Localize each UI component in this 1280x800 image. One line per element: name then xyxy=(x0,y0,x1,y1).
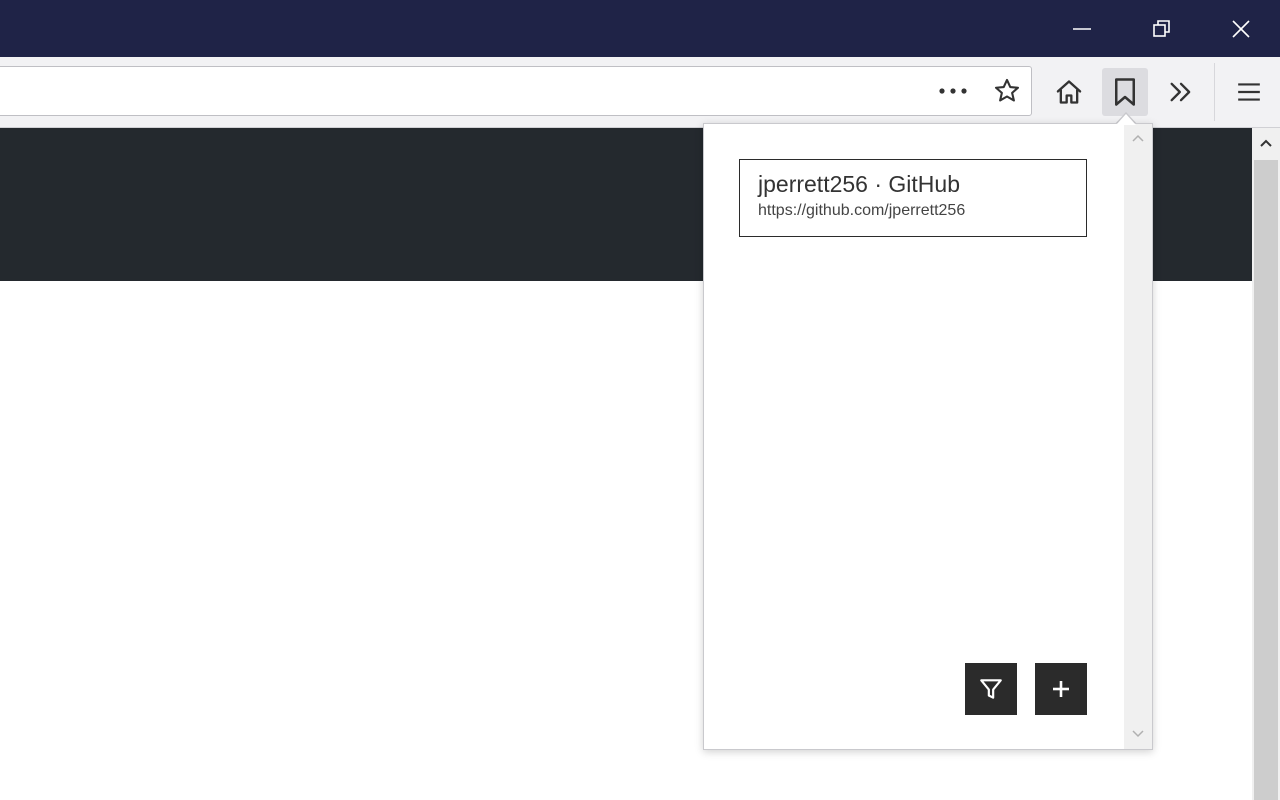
toolbar-separator xyxy=(1214,63,1215,121)
home-icon xyxy=(1056,80,1082,104)
close-icon xyxy=(1232,19,1250,38)
star-icon xyxy=(994,78,1020,102)
minimize-icon xyxy=(1073,27,1091,30)
filter-button[interactable] xyxy=(965,663,1017,715)
overflow-button[interactable] xyxy=(1158,68,1204,116)
home-button[interactable] xyxy=(1046,68,1092,116)
popup-scroll-up-button[interactable] xyxy=(1124,126,1152,150)
window-titlebar xyxy=(0,0,1280,57)
page-actions-button[interactable] xyxy=(933,73,973,109)
minimize-button[interactable] xyxy=(1042,0,1122,57)
navigation-toolbar xyxy=(0,57,1280,128)
add-bookmark-button[interactable] xyxy=(1035,663,1087,715)
bookmark-title: jperrett256 · GitHub xyxy=(758,171,960,197)
plus-icon xyxy=(1053,681,1069,697)
bookmark-star-button[interactable] xyxy=(987,73,1027,109)
chevron-up-icon xyxy=(1260,139,1272,147)
popup-scroll-down-button[interactable] xyxy=(1124,722,1152,746)
hamburger-icon xyxy=(1238,83,1260,101)
page-scrollbar[interactable] xyxy=(1252,128,1280,800)
restore-button[interactable] xyxy=(1122,0,1202,57)
bookmarks-popup: jperrett256 · GitHub https://github.com/… xyxy=(703,123,1153,750)
filter-icon xyxy=(980,679,1002,699)
restore-icon xyxy=(1153,19,1170,37)
bookmark-url: https://github.com/jperrett256 xyxy=(758,202,966,219)
popup-scrollbar[interactable] xyxy=(1124,124,1152,749)
open-menu-button[interactable] xyxy=(1226,68,1272,116)
url-bar[interactable] xyxy=(0,66,1032,116)
bookmark-item[interactable]: jperrett256 · GitHub https://github.com/… xyxy=(739,159,1087,237)
chevron-down-icon xyxy=(1132,730,1144,738)
popup-arrow-fill xyxy=(1116,114,1136,125)
close-button[interactable] xyxy=(1201,0,1280,57)
more-horizontal-icon xyxy=(939,88,967,94)
bookmarks-toolbar-button[interactable] xyxy=(1102,68,1148,116)
scroll-up-button[interactable] xyxy=(1252,128,1280,158)
scroll-thumb[interactable] xyxy=(1254,160,1278,800)
bookmark-icon xyxy=(1115,78,1135,106)
double-chevron-right-icon xyxy=(1170,82,1191,102)
chevron-up-icon xyxy=(1132,134,1144,142)
